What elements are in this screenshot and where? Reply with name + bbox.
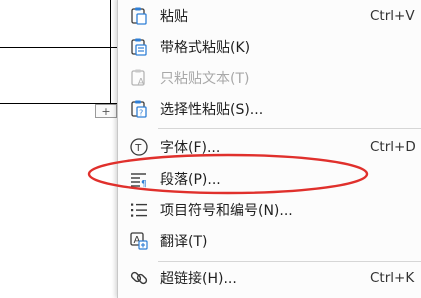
menu-item-label: 项目符号和编号(N)... [160, 203, 293, 219]
highlight-ellipse [87, 153, 369, 195]
menu-item-shortcut: Ctrl+K [370, 270, 415, 286]
menu-item-label: 翻译(T) [160, 234, 208, 250]
document-area[interactable]: + [0, 0, 118, 289]
menu-item-translate[interactable]: A 翻译(T) [118, 226, 421, 256]
translate-icon: A [128, 230, 150, 252]
plus-icon: + [101, 105, 111, 118]
menu-item-bullets-numbering[interactable]: 项目符号和编号(N)... [118, 195, 421, 225]
paste-special-icon: ? [128, 98, 150, 120]
menu-item-paste-special[interactable]: ? 选择性粘贴(S)... [118, 94, 421, 124]
paste-icon [128, 5, 150, 27]
svg-text:?: ? [139, 109, 143, 118]
menu-item-shortcut: Ctrl+D [370, 139, 416, 155]
context-menu: 粘贴 Ctrl+V 带格式粘贴(K) A 只粘贴文本(T) ? 选择性粘贴(S)… [117, 0, 421, 298]
menu-item-label: 选择性粘贴(S)... [160, 102, 264, 118]
list-icon [128, 199, 150, 221]
menu-item-paste-text-only: A 只粘贴文本(T) [118, 63, 421, 93]
menu-item-paste-keep-format[interactable]: 带格式粘贴(K) [118, 32, 421, 62]
paste-format-icon [128, 36, 150, 58]
table-add-row-handle[interactable]: + [95, 104, 117, 118]
menu-item-label: 只粘贴文本(T) [160, 71, 250, 87]
table-border-right [110, 0, 111, 104]
menu-separator [158, 128, 421, 129]
menu-item-label: 带格式粘贴(K) [160, 40, 251, 56]
link-icon [128, 267, 150, 289]
paste-text-icon: A [128, 67, 150, 89]
svg-text:A: A [138, 77, 145, 88]
table-border-top [0, 47, 118, 48]
menu-separator [158, 261, 421, 262]
menu-item-shortcut: Ctrl+V [370, 8, 415, 24]
menu-item-paste[interactable]: 粘贴 Ctrl+V [118, 1, 421, 31]
menu-item-label: 超链接(H)... [160, 271, 237, 287]
menu-item-label: 粘贴 [160, 9, 188, 25]
